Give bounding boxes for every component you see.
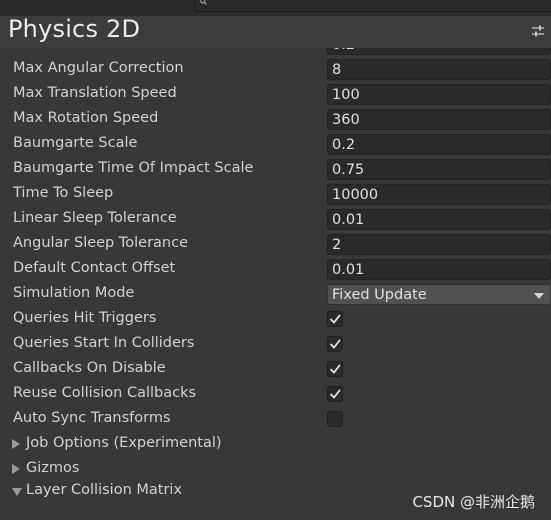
- field-value: 0.75: [332, 162, 365, 178]
- toggle-label: Queries Start In Colliders: [13, 335, 195, 351]
- settings-sliders-icon[interactable]: [531, 24, 545, 38]
- property-label: Max Translation Speed: [13, 85, 177, 101]
- checkmark-icon: [330, 364, 341, 374]
- triangle-right-icon: [12, 464, 20, 474]
- toggle-row-callbacks-on-disable: Callbacks On Disable: [0, 357, 551, 382]
- checkbox[interactable]: [327, 336, 343, 352]
- foldout-label: Job Options (Experimental): [26, 435, 222, 451]
- field-value: 0.01: [332, 262, 365, 278]
- triangle-right-icon: [12, 439, 20, 449]
- toggle-label: Reuse Collision Callbacks: [13, 385, 197, 401]
- field-value: 2: [332, 237, 342, 253]
- property-row-baumgarte-scale: Baumgarte Scale 0.2: [0, 132, 551, 157]
- property-label: Max Rotation Speed: [13, 110, 159, 126]
- checkbox[interactable]: [327, 386, 343, 402]
- watermark: CSDN @非洲企鹅: [412, 493, 535, 511]
- checkbox[interactable]: [327, 311, 343, 327]
- property-label: Simulation Mode: [13, 285, 135, 301]
- toggle-label: Queries Hit Triggers: [13, 310, 157, 326]
- toggle-row-auto-sync-transforms: Auto Sync Transforms: [0, 407, 551, 432]
- simulation-mode-dropdown[interactable]: Fixed Update: [327, 284, 551, 305]
- property-row-time-to-sleep: Time To Sleep 10000: [0, 182, 551, 207]
- value-field[interactable]: 0.75: [327, 159, 551, 180]
- property-label: Baumgarte Scale: [13, 135, 138, 151]
- dropdown-value: Fixed Update: [332, 287, 427, 303]
- value-field[interactable]: 0.01: [327, 209, 551, 230]
- value-field[interactable]: 360: [327, 109, 551, 130]
- toggle-row-queries-start-in-colliders: Queries Start In Colliders: [0, 332, 551, 357]
- checkbox[interactable]: [327, 411, 343, 427]
- toggle-label: Callbacks On Disable: [13, 360, 166, 376]
- property-row-linear-sleep-tolerance: Linear Sleep Tolerance 0.01: [0, 207, 551, 232]
- inspector-header: Physics 2D: [0, 15, 551, 48]
- property-label: Time To Sleep: [13, 185, 114, 201]
- checkmark-icon: [330, 389, 341, 399]
- foldout-label: Gizmos: [26, 460, 80, 476]
- property-label: Baumgarte Time Of Impact Scale: [13, 160, 254, 176]
- checkmark-icon: [330, 339, 341, 349]
- search-input[interactable]: [194, 0, 551, 12]
- field-value: 8: [332, 62, 342, 78]
- field-value: 0.2: [332, 137, 356, 153]
- property-row-max-angular-correction: Max Angular Correction 8: [0, 57, 551, 82]
- property-label: Linear Sleep Tolerance: [13, 210, 177, 226]
- checkbox[interactable]: [327, 361, 343, 377]
- chevron-down-icon: [534, 293, 544, 299]
- foldout-label: Layer Collision Matrix: [26, 482, 183, 498]
- toggle-row-queries-hit-triggers: Queries Hit Triggers: [0, 307, 551, 332]
- toggle-row-reuse-collision-callbacks: Reuse Collision Callbacks: [0, 382, 551, 407]
- property-row-default-contact-offset: Default Contact Offset 0.01: [0, 257, 551, 282]
- property-label: Angular Sleep Tolerance: [13, 235, 189, 251]
- page-title: Physics 2D: [8, 15, 141, 43]
- value-field[interactable]: 2: [327, 234, 551, 255]
- property-row-baumgarte-toi-scale: Baumgarte Time Of Impact Scale 0.75: [0, 157, 551, 182]
- triangle-down-icon: [12, 488, 22, 496]
- property-row-max-translation-speed: Max Translation Speed 100: [0, 82, 551, 107]
- property-row-simulation-mode: Simulation Mode Fixed Update: [0, 282, 551, 307]
- search-icon: [200, 0, 207, 5]
- field-value: 100: [332, 87, 360, 103]
- value-field[interactable]: 100: [327, 84, 551, 105]
- value-field[interactable]: 8: [327, 59, 551, 80]
- property-label: Max Angular Correction: [13, 60, 184, 76]
- checkmark-icon: [330, 314, 341, 324]
- property-label: Default Contact Offset: [13, 260, 176, 276]
- toolbar: [0, 0, 551, 16]
- field-value: 0.01: [332, 212, 365, 228]
- value-field[interactable]: 10000: [327, 184, 551, 205]
- foldout-job-options[interactable]: Job Options (Experimental): [0, 432, 551, 457]
- value-field[interactable]: 0.01: [327, 259, 551, 280]
- value-field[interactable]: 0.2: [327, 134, 551, 155]
- property-row-max-rotation-speed: Max Rotation Speed 360: [0, 107, 551, 132]
- toggle-label: Auto Sync Transforms: [13, 410, 171, 426]
- field-value: 10000: [332, 187, 379, 203]
- property-row-angular-sleep-tolerance: Angular Sleep Tolerance 2: [0, 232, 551, 257]
- field-value: 360: [332, 112, 360, 128]
